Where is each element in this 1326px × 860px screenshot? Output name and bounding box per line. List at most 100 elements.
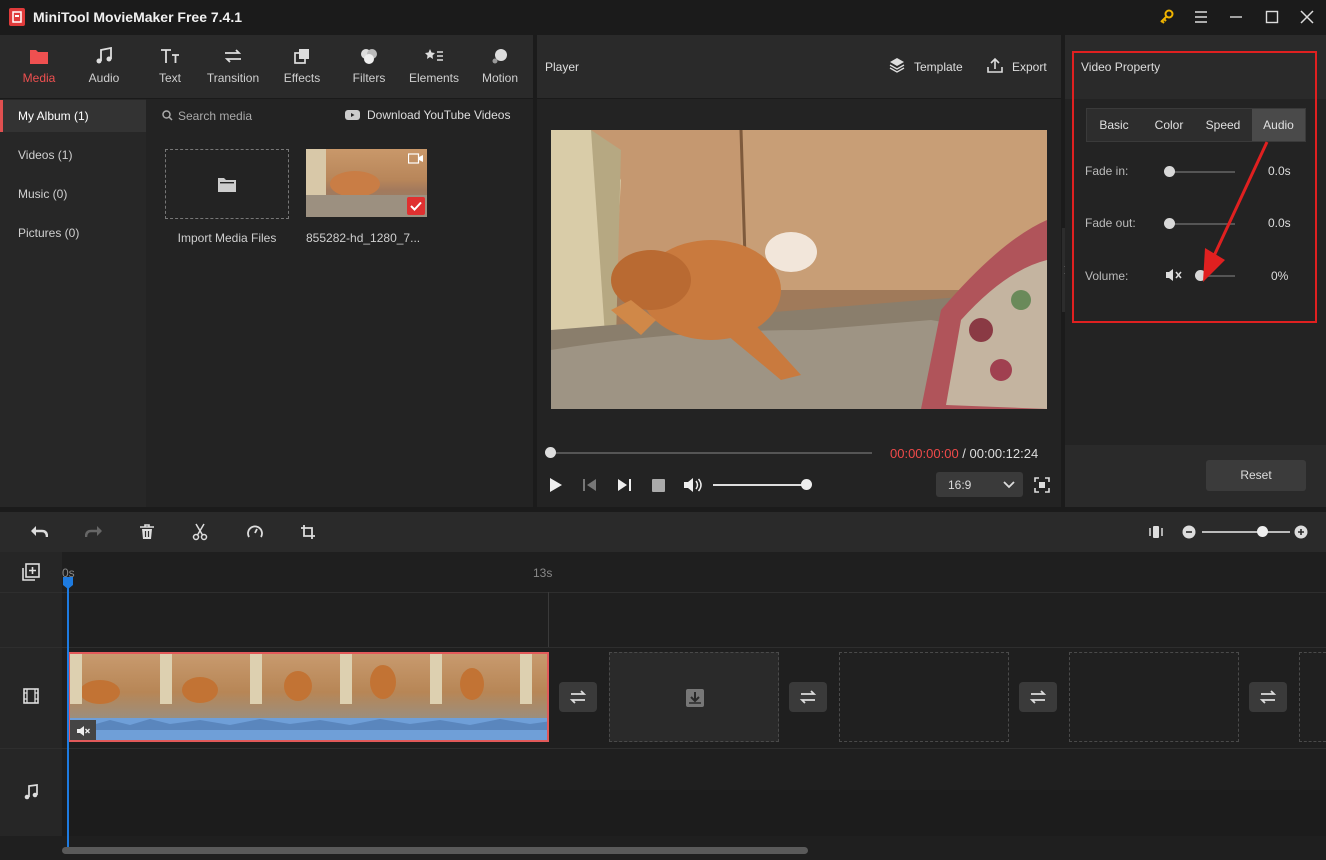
player-header: Player Template Export	[537, 35, 1061, 99]
effects-icon	[293, 45, 311, 67]
progress-track[interactable]	[550, 452, 872, 454]
volume-fill	[713, 484, 807, 486]
volume-icon[interactable]	[683, 477, 703, 493]
minimize-icon[interactable]	[1225, 6, 1247, 28]
close-icon[interactable]	[1296, 6, 1318, 28]
empty-clip-slot-3[interactable]	[1069, 652, 1239, 742]
menu-icon[interactable]	[1190, 6, 1212, 28]
search-input[interactable]: Search media	[178, 109, 252, 123]
player-panel: Player Template Export 00:00:00:00 / 00:…	[537, 35, 1061, 507]
export-button[interactable]: Export	[1012, 60, 1047, 74]
zoom-out-icon[interactable]	[1182, 525, 1196, 539]
transition-slot-3[interactable]	[1019, 682, 1057, 712]
scissors-icon[interactable]	[192, 523, 208, 541]
maximize-icon[interactable]	[1261, 6, 1283, 28]
tool-audio[interactable]: Audio	[72, 45, 136, 95]
divider	[0, 647, 1326, 648]
album-item-videos[interactable]: Videos (1)	[0, 139, 146, 171]
album-item-pictures[interactable]: Pictures (0)	[0, 217, 146, 249]
media-clip-thumbnail[interactable]	[306, 149, 427, 217]
ruler-label-13s: 13s	[533, 566, 553, 580]
tool-audio-label: Audio	[88, 71, 120, 85]
volume-track[interactable]	[713, 484, 807, 486]
transition-slot-1[interactable]	[559, 682, 597, 712]
tool-effects-label: Effects	[283, 71, 321, 85]
album-list: My Album (1) Videos (1) Music (0) Pictur…	[0, 99, 146, 507]
add-track-icon[interactable]	[22, 563, 40, 581]
fit-timeline-icon[interactable]	[1149, 524, 1163, 540]
zoom-slider[interactable]	[1202, 531, 1290, 533]
aspect-ratio-value: 16:9	[948, 478, 972, 492]
tool-filters[interactable]: Filters	[337, 45, 401, 95]
empty-clip-slot-1[interactable]	[609, 652, 779, 742]
transition-slot-4[interactable]	[1249, 682, 1287, 712]
redo-icon[interactable]	[85, 524, 103, 540]
tool-text[interactable]: Text	[138, 45, 202, 95]
timeline-toolbar	[0, 512, 1326, 552]
timeline-scrollbar[interactable]	[62, 847, 808, 854]
download-youtube-button[interactable]: Download YouTube Videos	[367, 108, 510, 122]
video-preview	[551, 130, 1047, 409]
crop-icon[interactable]	[300, 524, 316, 540]
empty-clip-slot-4[interactable]	[1299, 652, 1326, 742]
video-clip[interactable]	[68, 652, 549, 742]
playhead-handle[interactable]	[62, 576, 74, 590]
time-current: 00:00:00:00	[890, 446, 959, 461]
reset-button[interactable]: Reset	[1206, 460, 1306, 491]
swap-icon	[569, 690, 587, 704]
folder-icon	[29, 45, 49, 67]
swap-icon	[1259, 690, 1277, 704]
search-icon	[162, 110, 173, 121]
swap-icon	[1029, 690, 1047, 704]
speed-icon[interactable]	[246, 524, 264, 540]
tool-elements[interactable]: Elements	[402, 45, 466, 95]
music-track-icon	[24, 784, 38, 800]
tool-motion[interactable]: Motion	[468, 45, 532, 95]
tool-transition-label: Transition	[206, 71, 260, 85]
title-bar: MiniTool MovieMaker Free 7.4.1	[0, 0, 1326, 34]
folder-icon	[218, 178, 236, 192]
divider	[0, 748, 1326, 749]
progress-knob[interactable]	[545, 447, 556, 458]
transition-slot-2[interactable]	[789, 682, 827, 712]
template-button[interactable]: Template	[914, 60, 963, 74]
play-icon[interactable]	[549, 477, 563, 493]
next-frame-icon[interactable]	[616, 477, 632, 493]
player-title: Player	[545, 60, 580, 74]
chevron-down-icon	[1003, 481, 1015, 489]
fullscreen-icon[interactable]	[1034, 477, 1050, 493]
aspect-ratio-select[interactable]: 16:9	[936, 472, 1023, 497]
export-icon	[987, 57, 1003, 73]
import-media-button[interactable]	[165, 149, 289, 219]
previous-frame-icon[interactable]	[582, 477, 598, 493]
video-camera-icon	[408, 153, 424, 164]
music-note-icon	[95, 45, 113, 67]
window-title: MiniTool MovieMaker Free 7.4.1	[33, 9, 243, 25]
tool-effects[interactable]: Effects	[270, 45, 334, 95]
app-logo-icon	[9, 8, 25, 26]
tool-media[interactable]: Media	[7, 45, 71, 95]
tool-transition[interactable]: Transition	[201, 45, 265, 95]
album-item-my-album[interactable]: My Album (1)	[0, 100, 146, 132]
clip-mute-icon[interactable]	[70, 720, 96, 740]
empty-clip-slot-2[interactable]	[839, 652, 1009, 742]
timecode: 00:00:00:00 / 00:00:12:24	[890, 446, 1038, 461]
media-panel: Media Audio Text Transition Effects Filt…	[0, 35, 533, 507]
zoom-in-icon[interactable]	[1294, 525, 1308, 539]
album-item-music[interactable]: Music (0)	[0, 178, 146, 210]
layers-icon	[889, 57, 905, 73]
undo-icon[interactable]	[30, 524, 48, 540]
divider	[0, 592, 1326, 593]
zoom-knob[interactable]	[1257, 526, 1268, 537]
tool-media-label: Media	[22, 71, 56, 85]
key-icon[interactable]	[1155, 6, 1177, 28]
youtube-icon	[345, 109, 360, 121]
playhead-line	[67, 582, 69, 852]
delete-icon[interactable]	[139, 524, 155, 540]
text-icon	[160, 45, 180, 67]
stop-icon[interactable]	[652, 479, 665, 492]
divider	[548, 592, 549, 647]
volume-knob[interactable]	[801, 479, 812, 490]
time-total: 00:00:12:24	[969, 446, 1039, 461]
check-icon	[407, 197, 425, 215]
